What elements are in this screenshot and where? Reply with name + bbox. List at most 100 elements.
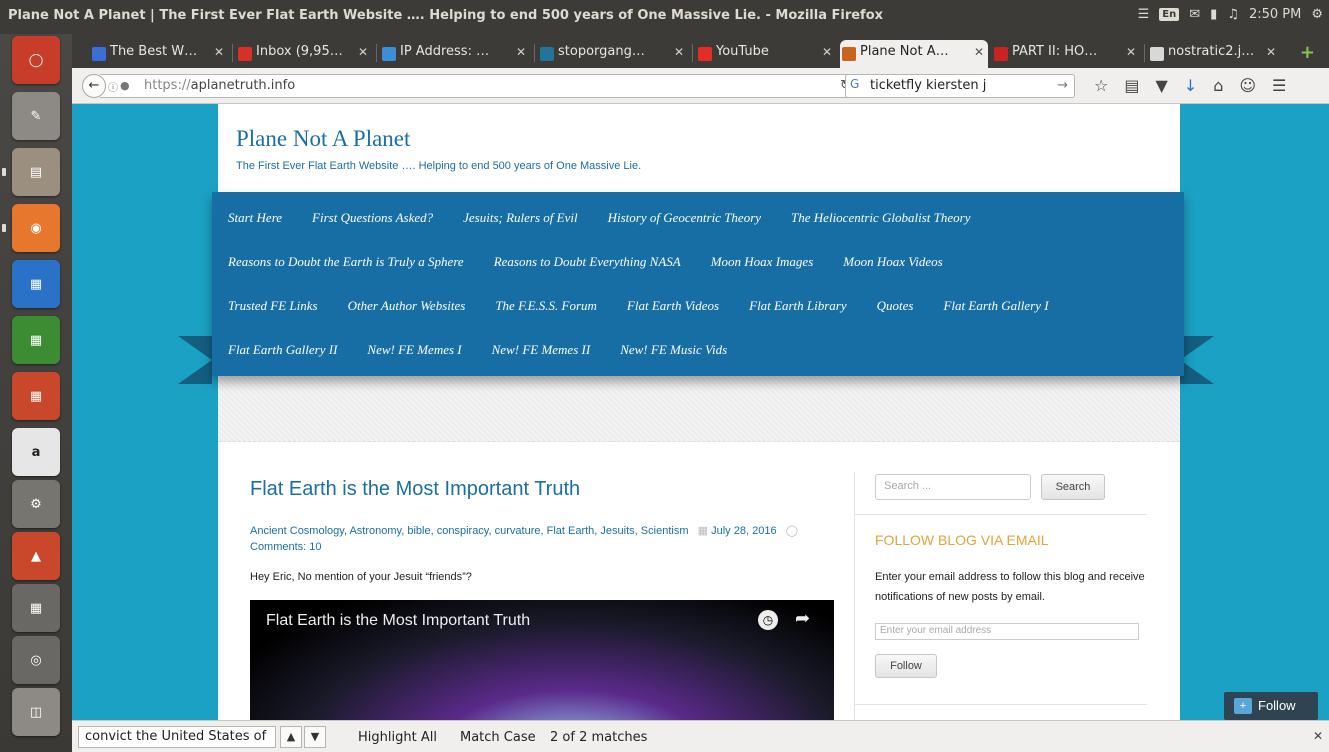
new-tab-button[interactable]: +	[1300, 42, 1315, 63]
close-icon[interactable]: ✕	[1313, 729, 1323, 743]
lock-icon[interactable]: ●	[120, 79, 130, 92]
pocket-icon[interactable]: ▼	[1155, 76, 1167, 95]
close-icon[interactable]: ✕	[1266, 45, 1276, 59]
tab[interactable]: PART II: HO… ✕	[992, 40, 1140, 68]
firefox-icon[interactable]: ◉	[12, 204, 60, 252]
gear-icon[interactable]: ⚙	[1311, 7, 1323, 22]
menu-item-music-vids[interactable]: New! FE Music Vids	[620, 342, 727, 358]
video-title[interactable]: Flat Earth is the Most Important Truth	[266, 612, 530, 630]
tab-label: YouTube	[716, 44, 769, 59]
close-icon[interactable]: ✕	[358, 45, 368, 59]
menu-item-geocentric-history[interactable]: History of Geocentric Theory	[608, 210, 761, 226]
dvd-icon[interactable]: ◎	[12, 636, 60, 684]
tab[interactable]: The Best W… ✕	[90, 40, 228, 68]
category-link[interactable]: Jesuits	[600, 525, 634, 537]
menu-item-gallery-2[interactable]: Flat Earth Gallery II	[228, 342, 337, 358]
find-previous-button[interactable]: ▲	[280, 726, 302, 748]
smiley-icon[interactable]: ☺	[1239, 76, 1256, 95]
menu-item-doubt-nasa[interactable]: Reasons to Doubt Everything NASA	[494, 254, 681, 270]
main-menu: Start Here First Questions Asked? Jesuit…	[212, 192, 1184, 376]
amazon-icon[interactable]: a	[12, 428, 60, 476]
battery-icon[interactable]: ▮	[1210, 7, 1217, 22]
site-title[interactable]: Plane Not A Planet	[236, 126, 410, 152]
post-title[interactable]: Flat Earth is the Most Important Truth	[250, 478, 580, 501]
close-icon[interactable]: ✕	[822, 45, 832, 59]
workspace-icon[interactable]: ▦	[12, 584, 60, 632]
category-link[interactable]: Scientism	[641, 525, 689, 537]
close-icon[interactable]: ✕	[974, 45, 984, 59]
menu-item-memes-2[interactable]: New! FE Memes II	[492, 342, 591, 358]
menu-item-gallery-1[interactable]: Flat Earth Gallery I	[943, 298, 1048, 314]
video-embed[interactable]: Flat Earth is the Most Important Truth ◷…	[250, 600, 834, 720]
email-field[interactable]: Enter your email address	[875, 623, 1139, 640]
menu-item-quotes[interactable]: Quotes	[877, 298, 914, 314]
category-link[interactable]: Ancient Cosmology	[250, 525, 344, 537]
download-icon[interactable]: ↓	[1184, 76, 1197, 95]
settings-icon[interactable]: ⚙	[12, 480, 60, 528]
clock[interactable]: 2:50 PM	[1249, 7, 1301, 22]
search-engine-icon[interactable]: G	[850, 77, 859, 91]
trash-icon[interactable]: ◫	[12, 688, 60, 736]
watch-later-icon[interactable]: ◷	[758, 610, 778, 630]
ubuntu-dash-icon[interactable]: ◯	[12, 36, 60, 84]
follow-button[interactable]: Follow	[875, 654, 937, 678]
menu-item-memes-1[interactable]: New! FE Memes I	[367, 342, 461, 358]
menu-item-jesuits[interactable]: Jesuits; Rulers of Evil	[463, 210, 577, 226]
menu-item-trusted-links[interactable]: Trusted FE Links	[228, 298, 318, 314]
menu-item-fess-forum[interactable]: The F.E.S.S. Forum	[495, 298, 597, 314]
mail-icon[interactable]: ✉	[1189, 7, 1200, 22]
category-link[interactable]: bible	[407, 525, 430, 537]
close-icon[interactable]: ✕	[214, 45, 224, 59]
files-icon[interactable]: ▤	[12, 148, 60, 196]
sidebar-search-button[interactable]: Search	[1041, 474, 1105, 500]
go-arrow-icon[interactable]: →	[1057, 78, 1068, 93]
menu-item-start-here[interactable]: Start Here	[228, 210, 282, 226]
search-bar[interactable]: G ticketfly kiersten j →	[845, 74, 1075, 98]
menu-item-fe-library[interactable]: Flat Earth Library	[749, 298, 847, 314]
post-date[interactable]: July 28, 2016	[711, 525, 776, 537]
post-comments-link[interactable]: Comments: 10	[250, 541, 322, 553]
menu-item-fe-videos[interactable]: Flat Earth Videos	[627, 298, 719, 314]
tab[interactable]: Inbox (9,95… ✕	[236, 40, 372, 68]
category-link[interactable]: Astronomy	[349, 525, 401, 537]
bookmarks-menu-icon[interactable]: ▤	[1124, 76, 1139, 95]
software-center-icon[interactable]: ▲	[12, 532, 60, 580]
text-editor-icon[interactable]: ✎	[12, 92, 60, 140]
tab-active[interactable]: Plane Not A… ✕	[840, 40, 988, 68]
close-icon[interactable]: ✕	[516, 45, 526, 59]
close-icon[interactable]: ✕	[1126, 45, 1136, 59]
menu-item-heliocentric-theory[interactable]: The Heliocentric Globalist Theory	[791, 210, 970, 226]
menu-item-moon-hoax-videos[interactable]: Moon Hoax Videos	[843, 254, 942, 270]
wifi-icon[interactable]: ☰	[1138, 7, 1150, 22]
menu-item-moon-hoax-images[interactable]: Moon Hoax Images	[711, 254, 814, 270]
calc-icon[interactable]: ▦	[12, 316, 60, 364]
impress-red-icon[interactable]: ▦	[12, 372, 60, 420]
tab[interactable]: stoporgang… ✕	[538, 40, 688, 68]
keyboard-layout-indicator[interactable]: En	[1159, 8, 1180, 21]
url-bar[interactable]: ⓘ ● https://aplanetruth.info ↻	[100, 74, 908, 98]
back-button[interactable]: ←	[82, 74, 106, 98]
menu-item-doubt-sphere[interactable]: Reasons to Doubt the Earth is Truly a Sp…	[228, 254, 464, 270]
highlight-all-toggle[interactable]: Highlight All	[358, 730, 437, 745]
match-case-toggle[interactable]: Match Case	[460, 730, 536, 745]
category-link[interactable]: Flat Earth	[547, 525, 595, 537]
info-icon[interactable]: ⓘ	[108, 79, 118, 94]
volume-icon[interactable]: ♫	[1227, 7, 1239, 22]
sidebar-search-input[interactable]: Search ...	[875, 474, 1031, 500]
menu-hamburger-icon[interactable]: ☰	[1272, 76, 1286, 95]
floating-follow-button[interactable]: + Follow	[1224, 692, 1318, 720]
home-icon[interactable]: ⌂	[1213, 76, 1223, 95]
tab[interactable]: IP Address: … ✕	[380, 40, 530, 68]
impress-icon[interactable]: ▦	[12, 260, 60, 308]
find-next-button[interactable]: ▼	[304, 726, 326, 748]
bookmark-star-icon[interactable]: ☆	[1094, 76, 1108, 95]
tab[interactable]: YouTube ✕	[696, 40, 836, 68]
find-input[interactable]: convict the United States of	[78, 726, 276, 748]
menu-item-first-questions[interactable]: First Questions Asked?	[312, 210, 433, 226]
share-icon[interactable]: ➦	[795, 608, 810, 629]
menu-item-other-authors[interactable]: Other Author Websites	[348, 298, 466, 314]
category-link[interactable]: curvature	[495, 525, 541, 537]
category-link[interactable]: conspiracy	[437, 525, 489, 537]
close-icon[interactable]: ✕	[674, 45, 684, 59]
tab[interactable]: nostratic2.j… ✕	[1148, 40, 1280, 68]
